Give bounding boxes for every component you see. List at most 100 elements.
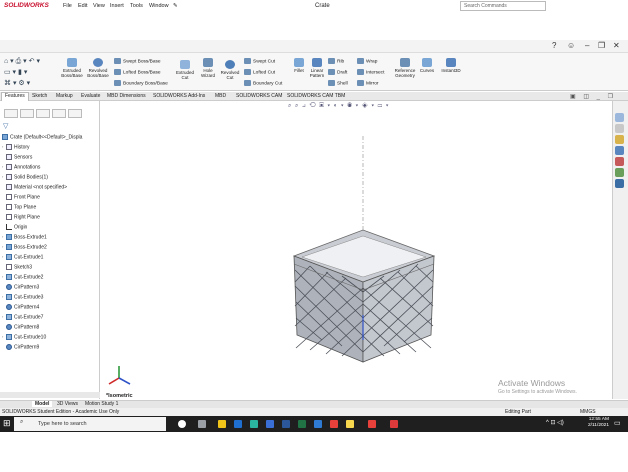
- media-icon[interactable]: [330, 420, 338, 428]
- dimxpert-tab-icon[interactable]: [52, 109, 66, 118]
- property-manager-tab-icon[interactable]: [20, 109, 34, 118]
- tab-motion-study[interactable]: Motion Study 1: [82, 401, 121, 407]
- windows-start-icon[interactable]: ⊞: [3, 418, 11, 429]
- extruded-cut-button[interactable]: Extruded Cut: [174, 60, 196, 80]
- tree-item-cirpattern3[interactable]: CirPattern3: [2, 284, 39, 290]
- tree-item-boss-extrude1[interactable]: › Boss-Extrude1: [2, 234, 47, 240]
- solidworks-resources-icon[interactable]: [615, 113, 624, 122]
- fillet-button[interactable]: Fillet: [290, 58, 308, 73]
- intersect-button[interactable]: Intersect: [357, 69, 384, 75]
- revolved-cut-button[interactable]: Revolved Cut: [219, 60, 241, 80]
- revolved-boss-button[interactable]: Revolved Boss/Base: [86, 58, 110, 78]
- tab-features[interactable]: Features: [1, 92, 29, 101]
- design-library-icon[interactable]: [615, 124, 624, 133]
- tree-item-top-plane[interactable]: Top Plane: [2, 204, 36, 210]
- heads-up-view-toolbar[interactable]: ⌕ ⌕ ⊿ ⟲ ▣ ▾ ◐ ▾ ◉ ▾ ◈ ▾ ▭ ▾: [288, 103, 389, 110]
- tree-item-sensors[interactable]: Sensors: [2, 154, 32, 160]
- tree-item-origin[interactable]: Origin: [2, 224, 27, 230]
- minimize-icon[interactable]: –: [585, 41, 589, 50]
- tree-item-solid-bodies[interactable]: › Solid Bodies(1): [2, 174, 48, 180]
- help-icon[interactable]: ?: [552, 41, 556, 50]
- menu-edit[interactable]: Edit: [78, 3, 87, 9]
- hole-wizard-button[interactable]: Hole Wizard: [197, 58, 219, 78]
- linear-pattern-button[interactable]: Linear Pattern: [308, 58, 326, 78]
- shell-button[interactable]: Shell: [328, 80, 348, 86]
- home-icon[interactable]: ⌂ ▾ ⎙ ▾ ↶ ▾: [4, 56, 54, 67]
- task-view-icon[interactable]: [198, 420, 206, 428]
- solidworks-taskbar-icon[interactable]: [390, 420, 398, 428]
- swept-boss-button[interactable]: Swept Boss/Base: [114, 58, 161, 64]
- tree-item-material[interactable]: Material <not specified>: [2, 184, 67, 190]
- edge-icon[interactable]: [250, 420, 258, 428]
- tab-markup[interactable]: Markup: [53, 93, 76, 99]
- user-icon[interactable]: ☺: [567, 41, 575, 50]
- boundary-boss-button[interactable]: Boundary Boss/Base: [114, 80, 168, 86]
- curves-button[interactable]: Curves: [418, 58, 436, 73]
- extruded-boss-button[interactable]: Extruded Boss/Base: [60, 58, 84, 78]
- app-icon[interactable]: [314, 420, 322, 428]
- file-explorer-taskbar-icon[interactable]: [218, 420, 226, 428]
- menu-tools[interactable]: Tools: [130, 3, 143, 9]
- custom-properties-icon[interactable]: [615, 168, 624, 177]
- tab-3d-views[interactable]: 3D Views: [54, 401, 81, 407]
- tree-item-cirpattern4[interactable]: CirPattern4: [2, 304, 39, 310]
- tree-item-sketch3[interactable]: Sketch3: [2, 264, 32, 270]
- taskbar-clock[interactable]: 12:55 AM 2/11/2021: [588, 417, 609, 429]
- tab-mbd-dimensions[interactable]: MBD Dimensions: [104, 93, 149, 99]
- tree-item-cut-extrude2[interactable]: › Cut-Extrude2: [2, 274, 43, 280]
- search-commands-input[interactable]: Search Commands: [460, 1, 546, 11]
- wrap-button[interactable]: Wrap: [357, 58, 377, 64]
- tab-sketch[interactable]: Sketch: [29, 93, 50, 99]
- tab-addins[interactable]: SOLIDWORKS Add-Ins: [150, 93, 208, 99]
- feature-tree-tab-icon[interactable]: [4, 109, 18, 118]
- units-selector[interactable]: MMGS: [580, 409, 596, 415]
- tree-item-front-plane[interactable]: Front Plane: [2, 194, 40, 200]
- boundary-cut-button[interactable]: Boundary Cut: [244, 80, 282, 86]
- appearances-icon[interactable]: [615, 157, 624, 166]
- tab-evaluate[interactable]: Evaluate: [78, 93, 103, 99]
- word-icon[interactable]: [282, 420, 290, 428]
- tree-item-right-plane[interactable]: Right Plane: [2, 214, 40, 220]
- lofted-cut-button[interactable]: Lofted Cut: [244, 69, 275, 75]
- mirror-button[interactable]: Mirror: [357, 80, 379, 86]
- file-explorer-icon[interactable]: [615, 135, 624, 144]
- options-icon[interactable]: ⌘ ▾ ⚙ ▾: [4, 78, 54, 89]
- new-file-icon[interactable]: ▭ ▾ ▮ ▾: [4, 67, 54, 78]
- tree-item-cut-extrude10[interactable]: › Cut-Extrude10: [2, 334, 46, 340]
- taskbar-search-input[interactable]: Type here to search: [14, 417, 166, 431]
- filter-icon[interactable]: ▽: [3, 122, 8, 130]
- tab-cam[interactable]: SOLIDWORKS CAM: [233, 93, 285, 99]
- configuration-tab-icon[interactable]: [36, 109, 50, 118]
- draft-button[interactable]: Draft: [328, 69, 347, 75]
- horizontal-scrollbar[interactable]: [0, 392, 100, 398]
- display-manager-tab-icon[interactable]: [68, 109, 82, 118]
- store-icon[interactable]: [266, 420, 274, 428]
- tab-mbd[interactable]: MBD: [212, 93, 229, 99]
- pin-icon[interactable]: ✎: [173, 3, 178, 9]
- instant3d-button[interactable]: Instant3D: [440, 58, 462, 73]
- close-icon[interactable]: ✕: [613, 41, 620, 50]
- menu-view[interactable]: View: [93, 3, 105, 9]
- tree-item-cut-extrude7[interactable]: › Cut-Extrude7: [2, 314, 43, 320]
- solidworks-forum-icon[interactable]: [615, 179, 624, 188]
- crate-model[interactable]: [280, 130, 460, 370]
- tree-item-annotations[interactable]: › Annotations: [2, 164, 40, 170]
- lofted-boss-button[interactable]: Lofted Boss/Base: [114, 69, 161, 75]
- menu-insert[interactable]: Insert: [110, 3, 124, 9]
- rib-button[interactable]: Rib: [328, 58, 344, 64]
- tree-item-cut-extrude1[interactable]: › Cut-Extrude1: [2, 254, 43, 260]
- reference-geometry-button[interactable]: Reference Geometry: [393, 58, 417, 78]
- tree-item-cirpattern9[interactable]: CirPattern9: [2, 344, 39, 350]
- excel-icon[interactable]: [298, 420, 306, 428]
- tree-item-boss-extrude2[interactable]: › Boss-Extrude2: [2, 244, 47, 250]
- system-tray-icon[interactable]: ^ ⊡ ◁): [546, 419, 564, 426]
- tree-item-cut-extrude3[interactable]: › Cut-Extrude3: [2, 294, 43, 300]
- tree-item-history[interactable]: › History: [2, 144, 30, 150]
- mail-icon[interactable]: [234, 420, 242, 428]
- tree-root[interactable]: Crate (Default<<Default>_Displa: [2, 134, 82, 140]
- notifications-icon[interactable]: ▭: [614, 419, 621, 427]
- menu-file[interactable]: File: [63, 3, 72, 9]
- sticky-notes-icon[interactable]: [346, 420, 354, 428]
- cortana-icon[interactable]: [178, 420, 186, 428]
- tree-item-cirpattern8[interactable]: CirPattern8: [2, 324, 39, 330]
